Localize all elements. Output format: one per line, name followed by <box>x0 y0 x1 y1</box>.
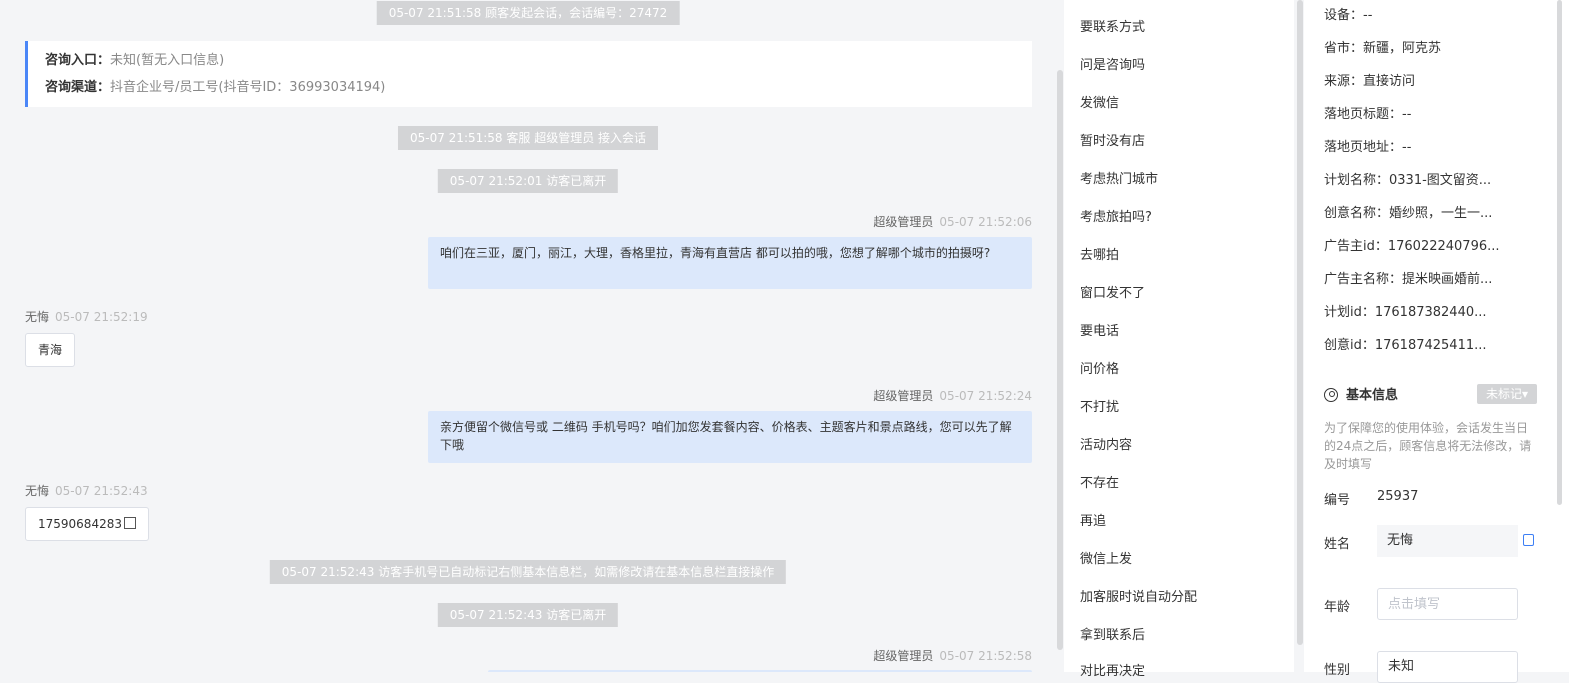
message-text: 17590684283 <box>38 517 122 531</box>
id-value: 25937 <box>1377 489 1419 504</box>
name-field[interactable]: 无悔 <box>1377 525 1518 557</box>
message-time: 05-07 21:52:19 <box>55 310 148 324</box>
message-meta: 超级管理员 05-07 21:52:06 <box>873 213 1032 230</box>
message-time: 05-07 21:52:43 <box>55 484 148 498</box>
consult-entry-card: 咨询入口：未知(暂无入口信息) 咨询渠道：抖音企业号/员工号(抖音号ID：369… <box>25 41 1032 107</box>
visitor-message-bubble: 17590684283 <box>25 507 149 541</box>
info-scrollbar[interactable] <box>1557 0 1562 505</box>
info-plan-name: 计划名称：0331-图文留资... <box>1324 173 1492 188</box>
info-landing-url: 落地页地址：-- <box>1324 140 1412 155</box>
info-device: 设备：-- <box>1324 8 1373 23</box>
info-province: 省市：新疆，阿克苏 <box>1324 41 1442 56</box>
info-creative-id: 创意id：176187425411... <box>1324 338 1487 353</box>
message-meta: 无悔 05-07 21:52:43 <box>25 482 148 499</box>
quick-reply-item[interactable]: 暂时没有店 <box>1080 130 1145 149</box>
message-time: 05-07 21:52:58 <box>939 649 1032 663</box>
basic-info-title: 基本信息 <box>1324 384 1398 403</box>
visitor-message-bubble: 青海 <box>25 333 76 367</box>
quick-reply-item[interactable]: 活动内容 <box>1080 434 1132 453</box>
sender-name: 无悔 <box>25 310 50 324</box>
entry-label: 咨询入口： <box>45 53 111 68</box>
copy-icon[interactable] <box>1523 534 1534 546</box>
quick-reply-item[interactable]: 拿到联系后 <box>1080 624 1145 643</box>
quick-reply-scrollbar[interactable] <box>1297 0 1303 645</box>
info-advertiser-name: 广告主名称：提米映画婚前... <box>1324 272 1493 287</box>
message-meta: 无悔 05-07 21:52:19 <box>25 308 148 325</box>
quick-reply-item[interactable]: 考虑旅拍吗? <box>1080 206 1152 225</box>
copy-icon[interactable] <box>123 517 136 529</box>
quick-reply-item[interactable]: 加客服时说自动分配 <box>1080 586 1197 605</box>
gender-select[interactable]: 未知 <box>1377 651 1518 683</box>
name-label: 姓名 <box>1324 537 1351 552</box>
system-message: 05-07 21:51:58 顾客发起会话，会话编号：27472 <box>376 1 680 25</box>
message-text: 青海 <box>38 343 63 357</box>
sender-name: 超级管理员 <box>873 389 934 403</box>
channel-value: 抖音企业号/员工号(抖音号ID：36993034194) <box>110 80 386 95</box>
system-message: 05-07 21:52:01 访客已离开 <box>437 169 619 193</box>
info-source: 来源：直接访问 <box>1324 74 1416 89</box>
info-creative-name: 创意名称：婚纱照，一生一... <box>1324 206 1493 221</box>
system-message: 05-07 21:52:43 访客已离开 <box>437 603 619 627</box>
age-label: 年龄 <box>1324 600 1351 615</box>
info-advertiser-id: 广告主id：176022240796... <box>1324 239 1500 254</box>
caret-down-icon: ▾ <box>1521 387 1529 401</box>
quick-reply-item[interactable]: 不打扰 <box>1080 396 1119 415</box>
id-label: 编号 <box>1324 493 1351 508</box>
edit-notice: 为了保障您的使用体验，会话发生当日的24点之后，顾客信息将无法修改，请及时填写 <box>1324 421 1532 471</box>
quick-reply-item[interactable]: 去哪拍 <box>1080 244 1119 263</box>
basic-info-label: 基本信息 <box>1346 388 1399 403</box>
age-input[interactable] <box>1377 588 1518 620</box>
quick-reply-item[interactable]: 考虑热门城市 <box>1080 168 1158 187</box>
sender-name: 超级管理员 <box>873 215 934 229</box>
entry-value: 未知(暂无入口信息) <box>110 53 225 68</box>
message-meta: 超级管理员 05-07 21:52:24 <box>873 387 1032 404</box>
quick-reply-item[interactable]: 问是咨询吗 <box>1080 54 1145 73</box>
quick-reply-list: 要联系方式 问是咨询吗 发微信 暂时没有店 考虑热门城市 考虑旅拍吗? 去哪拍 … <box>1064 0 1294 679</box>
message-meta: 超级管理员 05-07 21:52:58 <box>873 647 1032 664</box>
agent-message-bubble: 咱们在三亚，厦门，丽江，大理，香格里拉，青海有直营店 都可以拍的哦，您想了解哪个… <box>428 237 1032 289</box>
sender-name: 超级管理员 <box>873 649 934 663</box>
quick-reply-item[interactable]: 窗口发不了 <box>1080 282 1145 301</box>
info-landing-title: 落地页标题：-- <box>1324 107 1412 122</box>
channel-label: 咨询渠道： <box>45 80 111 95</box>
quick-reply-item[interactable]: 要电话 <box>1080 320 1119 339</box>
info-plan-id: 计划id：176187382440... <box>1324 305 1487 320</box>
system-message: 05-07 21:52:43 访客手机号已自动标记右侧基本信息栏，如需修改请在基… <box>269 560 787 584</box>
tag-label: 未标记 <box>1485 387 1522 401</box>
gender-label: 性别 <box>1324 663 1351 678</box>
tag-dropdown[interactable]: 未标记▾ <box>1477 384 1537 404</box>
quick-reply-item[interactable]: 微信上发 <box>1080 548 1132 567</box>
agent-message-bubble: 亲方便留个微信号或 二维码 手机号吗？咱们加您发套餐内容、价格表、主题客片和景点… <box>428 411 1032 463</box>
quick-reply-item[interactable]: 发微信 <box>1080 92 1119 111</box>
chat-panel: 05-07 21:51:58 顾客发起会话，会话编号：27472 咨询入口：未知… <box>0 0 1052 672</box>
message-time: 05-07 21:52:24 <box>939 389 1032 403</box>
quick-reply-item[interactable]: 不存在 <box>1080 472 1119 491</box>
quick-reply-item[interactable]: 再追 <box>1080 510 1106 529</box>
chat-scrollbar[interactable] <box>1057 70 1063 650</box>
customer-info-panel: 设备：-- 省市：新疆，阿克苏 来源：直接访问 落地页标题：-- 落地页地址：-… <box>1304 0 1569 683</box>
quick-reply-item[interactable]: 要联系方式 <box>1080 16 1145 35</box>
entry-row: 咨询入口：未知(暂无入口信息) <box>45 49 1032 76</box>
sender-name: 无悔 <box>25 484 50 498</box>
quick-reply-item[interactable]: 问价格 <box>1080 358 1119 377</box>
quick-reply-item[interactable]: 对比再决定 <box>1080 660 1145 679</box>
user-icon <box>1324 388 1338 402</box>
message-time: 05-07 21:52:06 <box>939 215 1032 229</box>
channel-row: 咨询渠道：抖音企业号/员工号(抖音号ID：36993034194) <box>45 76 1032 103</box>
system-message: 05-07 21:51:58 客服 超级管理员 接入会话 <box>397 126 659 150</box>
